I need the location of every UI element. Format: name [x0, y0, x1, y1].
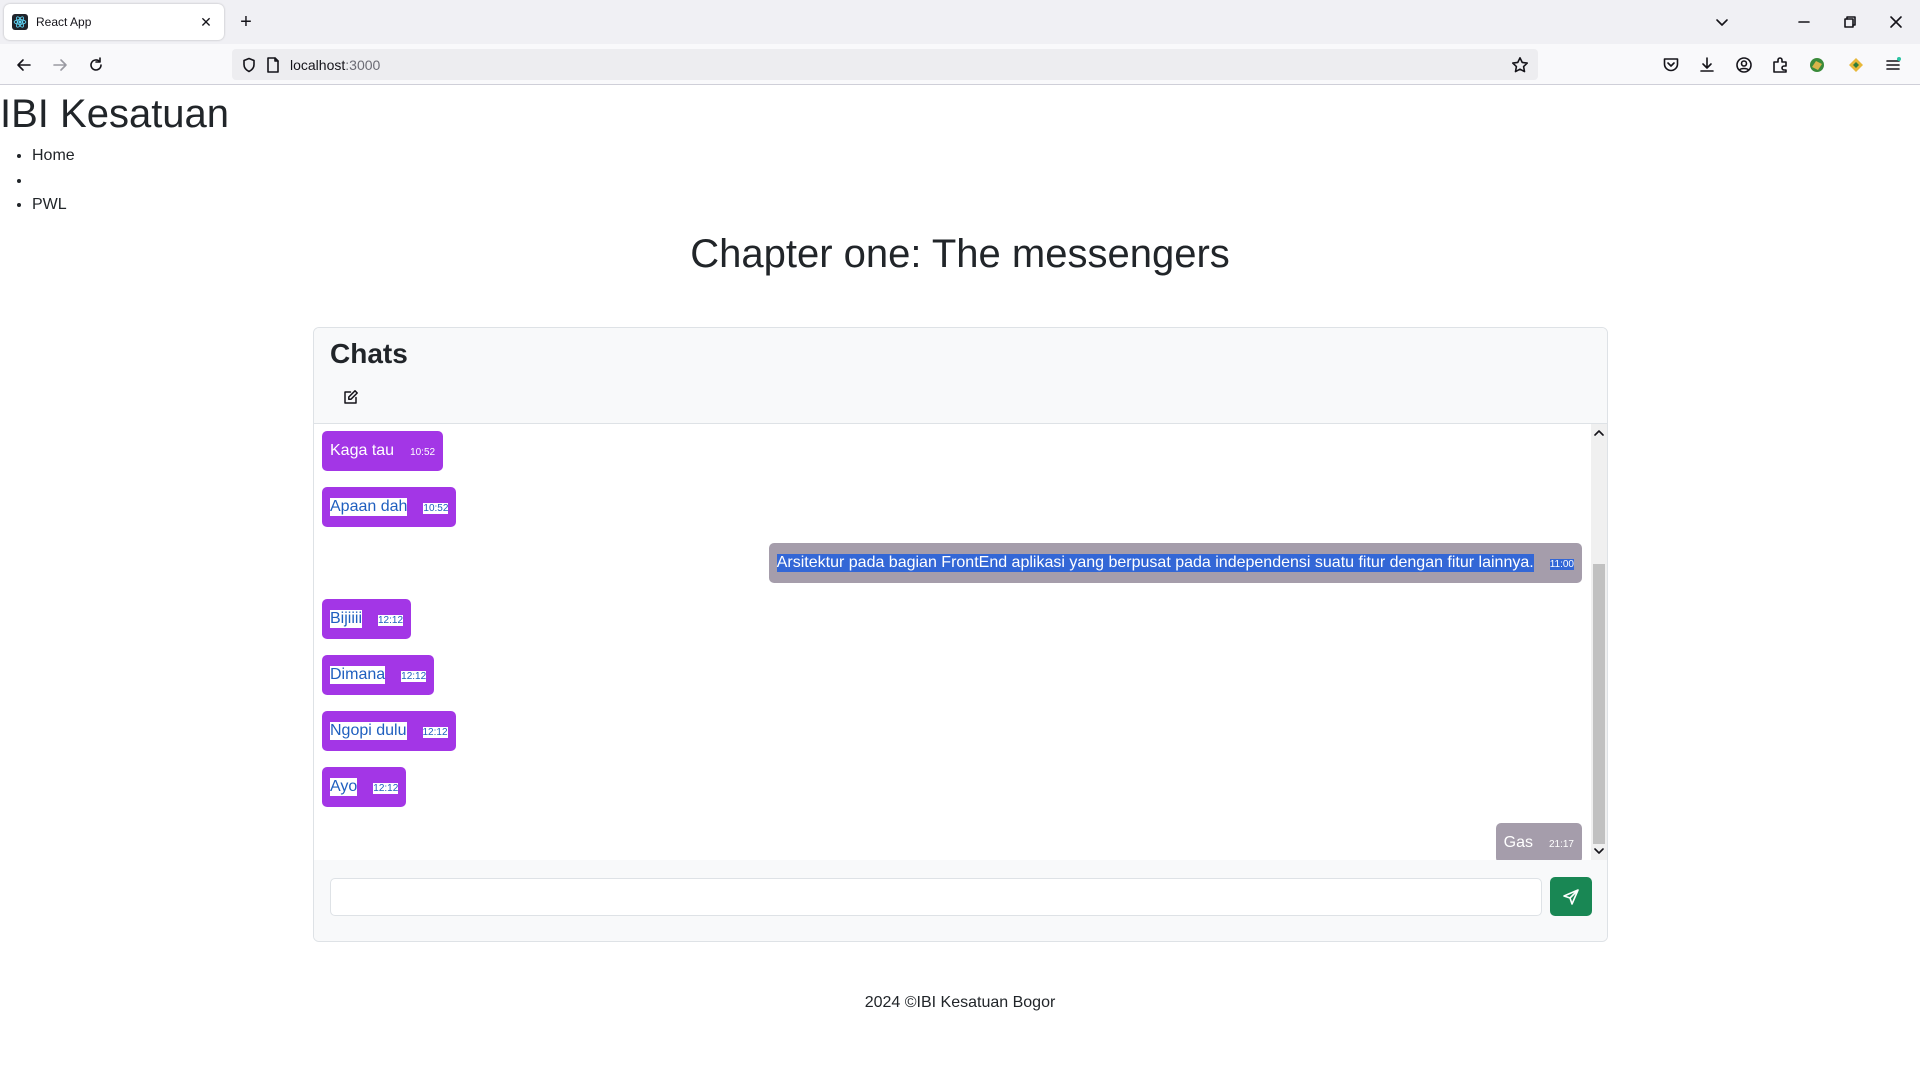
browser-tab-active[interactable]: React App ✕: [4, 4, 224, 40]
message-time: 12:12: [401, 670, 427, 682]
pocket-icon[interactable]: [1658, 52, 1684, 78]
chat-header: Chats: [314, 328, 1607, 424]
message-text: Dimana: [330, 666, 386, 684]
back-icon[interactable]: [10, 51, 38, 79]
menu-icon[interactable]: [1880, 52, 1906, 78]
list-all-tabs-chevron-icon[interactable]: [1710, 10, 1734, 34]
nav-item-pwl[interactable]: PWL: [32, 193, 75, 218]
message-time: 10:52: [410, 446, 436, 458]
reload-icon[interactable]: [82, 51, 110, 79]
tab-close-icon[interactable]: ✕: [196, 12, 216, 32]
nav-link-pwl[interactable]: PWL: [32, 196, 67, 213]
shield-icon[interactable]: [240, 56, 258, 74]
page-info-icon[interactable]: [264, 56, 282, 74]
chat-footer: [314, 860, 1607, 941]
message-bubble: Gas 21:17: [1495, 823, 1582, 863]
scroll-down-arrow-icon[interactable]: [1591, 844, 1607, 858]
site-brand: IBI Kesatuan: [0, 92, 230, 136]
send-icon: [1563, 888, 1579, 905]
chat-card: Chats Kaga tau 10:52 Apaan dah 10:52 Ars…: [313, 327, 1608, 942]
react-favicon-icon: [12, 14, 28, 30]
browser-navbar: localhost:3000: [0, 44, 1920, 85]
extension-yellow-icon[interactable]: [1843, 52, 1869, 78]
forward-icon[interactable]: [46, 51, 74, 79]
message-time: 21:17: [1548, 838, 1574, 850]
message-bubble: Bijiiii 12:12: [322, 599, 412, 639]
message-input[interactable]: [330, 878, 1542, 916]
message-bubble: Arsitektur pada bagian FrontEnd aplikasi…: [768, 543, 1582, 583]
minimize-window-icon[interactable]: [1790, 8, 1818, 36]
message-time: 12:12: [378, 614, 404, 626]
message-bubble: Dimana 12:12: [322, 655, 435, 695]
bookmark-star-icon[interactable]: [1510, 55, 1530, 75]
page-content: IBI Kesatuan Home PWL Chapter one: The m…: [0, 86, 1920, 1080]
new-tab-button[interactable]: +: [234, 10, 258, 34]
account-icon[interactable]: [1731, 52, 1757, 78]
nav-item-home[interactable]: Home: [32, 144, 75, 169]
send-button[interactable]: [1550, 877, 1592, 916]
scroll-thumb[interactable]: [1593, 564, 1605, 844]
url-text: localhost:3000: [290, 56, 381, 73]
message-text: Gas: [1503, 834, 1533, 851]
message-text: Ayo: [330, 778, 358, 796]
url-bar[interactable]: localhost:3000: [232, 49, 1538, 80]
chats-title: Chats: [330, 338, 408, 369]
scroll-up-arrow-icon[interactable]: [1591, 426, 1607, 440]
extension-green-icon[interactable]: [1804, 52, 1830, 78]
main-nav: Home PWL: [32, 144, 75, 218]
browser-tabstrip: React App ✕ +: [0, 0, 1920, 44]
message-time: 10:52: [423, 502, 449, 514]
nav-link-home[interactable]: Home: [32, 147, 75, 164]
close-window-icon[interactable]: [1882, 8, 1910, 36]
tab-title: React App: [36, 15, 92, 29]
chapter-title: Chapter one: The messengers: [690, 232, 1230, 276]
chat-scrollbar[interactable]: [1591, 424, 1607, 860]
message-text: Arsitektur pada bagian FrontEnd aplikasi…: [776, 554, 1534, 572]
message-time: 12:12: [373, 782, 399, 794]
message-text: Apaan dah: [330, 498, 408, 516]
message-time: 12:12: [422, 726, 448, 738]
message-bubble: Apaan dah 10:52: [322, 487, 457, 527]
message-bubble: Ngopi dulu 12:12: [322, 711, 456, 751]
message-text: Bijiiii: [330, 610, 362, 628]
chat-messages[interactable]: Kaga tau 10:52 Apaan dah 10:52 Arsitektu…: [314, 424, 1607, 863]
message-time: 11:00: [1549, 558, 1574, 570]
compose-icon[interactable]: [338, 385, 364, 409]
message-bubble: Kaga tau 10:52: [322, 431, 444, 471]
restore-window-icon[interactable]: [1836, 8, 1864, 36]
footer-copyright: 2024 ©IBI Kesatuan Bogor: [864, 994, 1056, 1011]
message-text: Ngopi dulu: [330, 722, 407, 740]
message-text: Kaga tau: [330, 442, 395, 459]
message-bubble: Ayo 12:12: [322, 767, 407, 807]
extensions-icon[interactable]: [1767, 52, 1793, 78]
download-icon[interactable]: [1694, 52, 1720, 78]
nav-item-empty[interactable]: [32, 169, 75, 194]
